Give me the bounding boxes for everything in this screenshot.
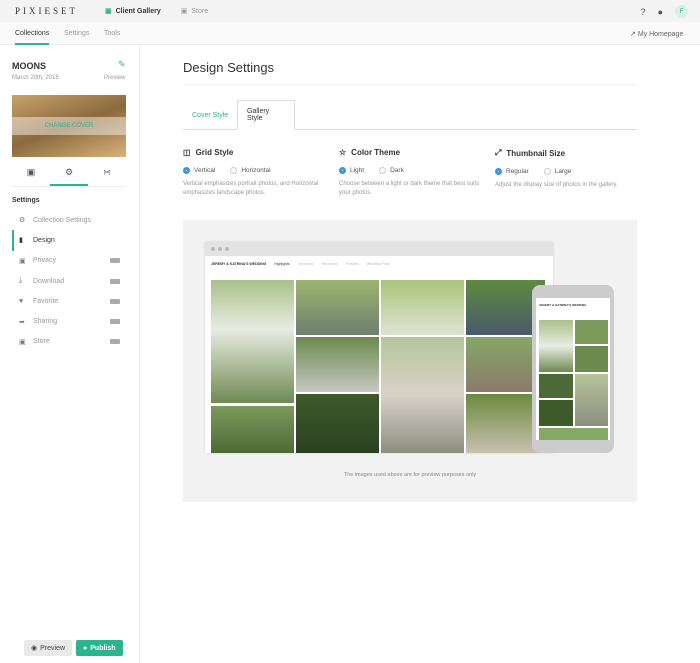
nav-client-gallery[interactable]: ▣ Client Gallery	[105, 7, 161, 16]
photo	[296, 337, 379, 392]
photo	[575, 320, 608, 344]
photo	[575, 346, 608, 372]
photo	[381, 280, 464, 335]
tab-tools[interactable]: Tools	[104, 30, 120, 37]
share-icon: ➦	[19, 318, 25, 326]
publish-button[interactable]: ● Publish	[76, 640, 123, 656]
photo	[296, 280, 379, 335]
lock-icon: ▣	[19, 257, 26, 265]
bell-icon[interactable]: ●	[658, 7, 663, 17]
columns-icon: ◫	[183, 148, 191, 157]
sub-nav: Collections Settings Tools ↗ My Homepage	[0, 22, 700, 45]
cart-icon: ▣	[19, 338, 26, 346]
thumbnail-size-option: ⤢ Thumbnail Size Regular Large Adjust the…	[495, 148, 618, 188]
tab-gallery-style[interactable]: Gallery Style	[237, 100, 295, 130]
preview-link[interactable]: Preview	[104, 75, 125, 81]
photo	[539, 320, 573, 372]
photo	[539, 428, 608, 440]
radio-dark[interactable]: Dark	[379, 167, 404, 174]
photo	[381, 337, 464, 453]
change-cover-button[interactable]: CHANGE COVER	[12, 117, 126, 135]
nav-store[interactable]: ▣ Store	[180, 7, 208, 16]
globe-icon: ●	[83, 644, 88, 652]
status-badge	[110, 298, 120, 304]
grid-style-option: ◫ Grid Style Vertical Horizontal Vertical…	[183, 148, 319, 196]
sidebar-item-collection-settings[interactable]: ⚙ Collection Settings	[12, 210, 126, 230]
sidebar-item-design[interactable]: ▮ Design	[12, 230, 126, 251]
photo	[539, 400, 573, 426]
browser-mockup: JEREMY & KATRINA'S WEDDING Highlights Ce…	[205, 242, 553, 453]
page-title: Design Settings	[183, 60, 637, 85]
preview-button[interactable]: ◉ Preview	[24, 640, 73, 656]
tab-collections[interactable]: Collections	[15, 30, 50, 45]
radio-regular[interactable]: Regular	[495, 168, 529, 175]
radio-vertical[interactable]: Vertical	[183, 167, 215, 174]
gear-icon: ⚙	[19, 217, 26, 225]
color-theme-option: ☆ Color Theme Light Dark Choose between a…	[339, 148, 480, 196]
tab-cover-style[interactable]: Cover Style	[183, 100, 237, 130]
sidebar: MOONS ✎ March 20th, 2018 Preview CHANGE …	[0, 45, 140, 663]
status-badge	[110, 339, 120, 345]
magic-wand-icon: ☆	[339, 148, 347, 157]
resize-icon: ⤢	[495, 148, 502, 157]
cover-image[interactable]: CHANGE COVER	[12, 95, 126, 157]
tab-settings[interactable]: Settings	[64, 30, 89, 37]
gallery-preview: JEREMY & KATRINA'S WEDDING Highlights Ce…	[183, 220, 637, 502]
sidebar-item-privacy[interactable]: ▣ Privacy	[12, 251, 126, 271]
collection-name: MOONS	[12, 61, 47, 71]
photo	[211, 406, 294, 453]
status-badge	[110, 278, 120, 284]
sidebar-item-store[interactable]: ▣ Store	[12, 332, 126, 352]
photo	[211, 280, 294, 403]
eye-icon: ◉	[31, 645, 38, 652]
rss-tab-icon[interactable]: ∺	[88, 167, 126, 186]
settings-tab-icon[interactable]: ⚙	[50, 167, 88, 186]
help-icon[interactable]: ?	[641, 7, 646, 17]
photo	[539, 374, 573, 398]
bookmark-icon: ▮	[19, 237, 23, 245]
preview-note: The images used above are for preview pu…	[343, 472, 477, 478]
sidebar-item-favorite[interactable]: ♥ Favorite	[12, 291, 126, 311]
heart-icon: ♥	[19, 297, 24, 305]
phone-mockup: JEREMY & KATRINA'S WEDDING	[532, 285, 614, 453]
photo	[575, 374, 608, 426]
pencil-icon[interactable]: ✎	[118, 59, 126, 70]
avatar[interactable]: F	[675, 5, 688, 18]
camera-icon: ▣	[105, 8, 112, 15]
status-badge	[110, 258, 120, 264]
top-bar: PIXIESET ▣ Client Gallery ▣ Store ? ● F	[0, 0, 700, 22]
logo[interactable]: PIXIESET	[15, 6, 105, 16]
photos-tab-icon[interactable]: ▣	[12, 167, 50, 186]
settings-heading: Settings	[12, 197, 40, 204]
collection-date: March 20th, 2018	[12, 75, 59, 81]
radio-horizontal[interactable]: Horizontal	[230, 167, 271, 174]
download-icon: ⤓	[19, 277, 23, 285]
radio-light[interactable]: Light	[339, 167, 364, 174]
radio-large[interactable]: Large	[543, 168, 571, 175]
cart-icon: ▣	[180, 8, 188, 15]
photo	[296, 394, 379, 453]
my-homepage-link[interactable]: ↗ My Homepage	[630, 30, 683, 38]
status-badge	[110, 319, 120, 325]
sidebar-item-download[interactable]: ⤓ Download	[12, 271, 126, 291]
sidebar-item-sharing[interactable]: ➦ Sharing	[12, 311, 126, 331]
photo-grid	[211, 280, 545, 453]
